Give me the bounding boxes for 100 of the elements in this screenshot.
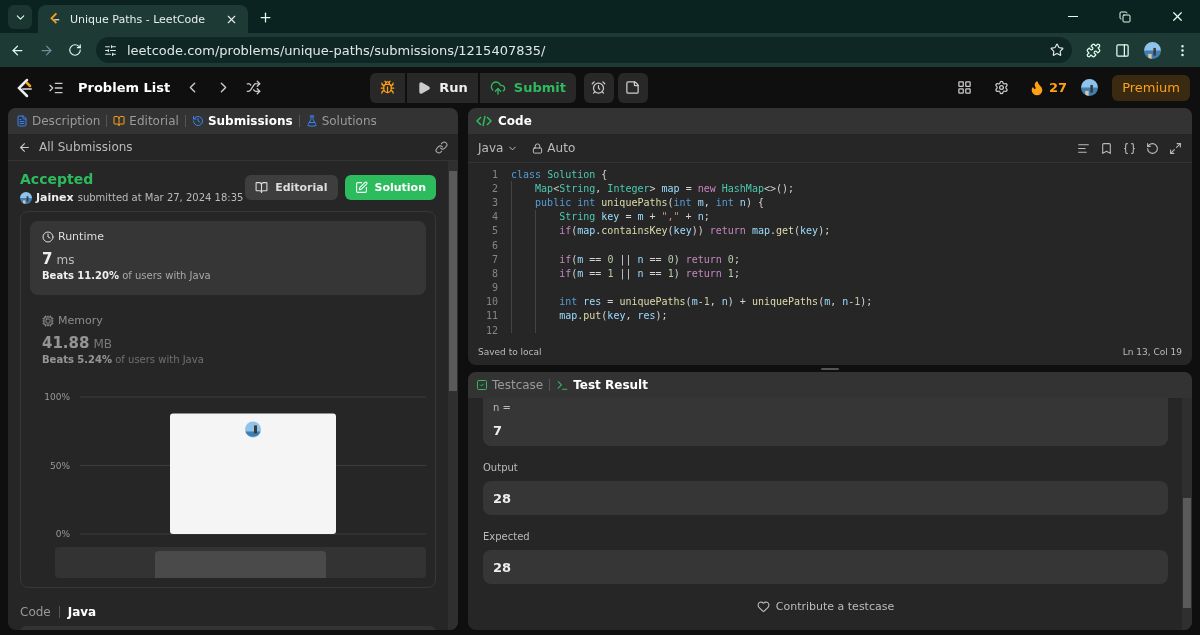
scrollbar[interactable] [448, 161, 458, 630]
bookmark-star-icon[interactable] [1050, 43, 1064, 57]
code-line[interactable]: String key = m + "," + n; [511, 211, 710, 223]
metric-card[interactable]: Runtime 7 ms Beats 11.20% of users with Java [30, 221, 426, 295]
contribute-link[interactable]: Contribute a testcase [483, 600, 1168, 613]
debug-button[interactable] [370, 72, 406, 103]
panel-tab[interactable]: Solutions [305, 114, 377, 128]
url-text: leetcode.com/problems/unique-paths/submissions/1215407835/ [127, 42, 547, 58]
scrollbar-thumb[interactable] [155, 551, 326, 578]
restore-icon [1119, 10, 1131, 23]
document-icon [16, 115, 28, 127]
code-tab[interactable]: Java [67, 605, 97, 619]
tab-list-button[interactable] [8, 5, 32, 29]
avatar-icon [245, 421, 261, 438]
alarm-button[interactable] [583, 72, 614, 103]
resize-handle[interactable] [821, 367, 839, 370]
line-number: 1 [490, 168, 499, 180]
shuffle-icon[interactable] [246, 80, 262, 95]
code-line[interactable]: if(m == 1 || n == 1) return 1; [511, 267, 740, 279]
note-icon [625, 80, 641, 95]
submit-button[interactable]: Submit [479, 72, 576, 103]
extensions-icon[interactable] [1086, 42, 1101, 58]
back-icon[interactable] [18, 140, 31, 154]
author-name[interactable]: Jainex [36, 191, 74, 204]
line-number: 3 [490, 196, 499, 208]
minimize-icon [1068, 16, 1078, 17]
result-value: 28 [493, 559, 513, 575]
editorial-button[interactable]: Editorial [245, 175, 338, 200]
notes-button[interactable] [617, 72, 648, 103]
link-icon[interactable] [435, 140, 448, 154]
metric-unit: ms [56, 253, 75, 267]
play-icon [417, 80, 432, 95]
code-line[interactable]: if(map.containsKey(key)) return map.get(key); [511, 225, 831, 237]
line-number: 5 [490, 225, 499, 237]
streak-count[interactable]: 27 [1049, 80, 1068, 95]
cursor-position: Ln 13, Col 19 [1122, 347, 1182, 357]
code-line[interactable]: int res = uniquePaths(m-1, n) + uniquePaths(m, n-1); [511, 296, 873, 308]
forward-icon[interactable] [39, 42, 54, 58]
mode-label[interactable]: Auto [547, 141, 576, 155]
language-select[interactable]: Java [478, 141, 504, 155]
terminal-icon [556, 378, 570, 392]
panel-tab[interactable]: Test Result [556, 378, 648, 392]
line-number: 12 [484, 324, 499, 336]
axis-label: 50% [50, 460, 70, 471]
avatar-icon [20, 191, 32, 204]
history-icon [191, 115, 204, 127]
format-icon[interactable] [1077, 141, 1090, 155]
axis-label: 0% [55, 529, 70, 539]
scrollbar[interactable] [1182, 398, 1192, 630]
code-line[interactable]: if(m == 0 || n == 0) return 0; [511, 253, 740, 265]
settings-icon[interactable] [994, 80, 1010, 95]
code-line[interactable]: Map<String, Integer> map = new HashMap<>(); [511, 182, 795, 194]
metric-unit: MB [93, 337, 113, 351]
panel-tab[interactable]: Submissions [191, 114, 293, 128]
flask-icon [305, 115, 318, 127]
code-line[interactable]: public int uniquePaths(int m, int n) { [511, 196, 764, 208]
new-tab-icon[interactable] [258, 10, 273, 25]
premium-button[interactable]: Premium [1112, 74, 1190, 101]
heart-icon [756, 600, 770, 613]
bug-icon [380, 80, 396, 95]
avatar-icon [1081, 79, 1099, 96]
reset-icon[interactable] [1146, 141, 1159, 155]
lock-icon [532, 142, 544, 154]
panel-tab[interactable]: Description [16, 114, 101, 128]
expand-icon[interactable] [1169, 141, 1182, 155]
browser-tab[interactable]: Unique Paths - LeetCode [38, 5, 248, 33]
code-icon [476, 115, 492, 127]
address-bar[interactable]: leetcode.com/problems/unique-paths/submissions/1215407835/ [96, 37, 1072, 63]
site-info-icon[interactable] [104, 43, 117, 57]
layout-icon[interactable] [957, 80, 973, 95]
section-label: Output [483, 462, 519, 473]
metric-card[interactable]: Memory 41.88 MB Beats 5.24% of users with Java [30, 305, 426, 379]
code-tab[interactable]: Code [20, 605, 51, 619]
logo-icon[interactable] [16, 77, 34, 98]
side-panel-icon[interactable] [1115, 42, 1130, 58]
reload-icon[interactable] [68, 43, 82, 57]
line-number: 11 [484, 310, 499, 322]
all-submissions-link[interactable]: All Submissions [39, 140, 133, 154]
bookmark-icon[interactable] [1100, 141, 1113, 155]
chart-scrollbar[interactable] [55, 547, 426, 578]
panel-tab[interactable]: Editorial [113, 114, 179, 128]
code-line[interactable]: map.put(key, res); [511, 310, 668, 322]
problem-list-link[interactable]: Problem List [78, 80, 171, 95]
tab-title: Unique Paths - LeetCode [70, 12, 207, 26]
edit-icon [354, 181, 368, 194]
line-number: 6 [490, 239, 499, 251]
input-label: n = [493, 402, 512, 413]
run-button[interactable]: Run [407, 72, 478, 103]
braces-icon[interactable] [1123, 141, 1136, 155]
metric-value: 41.88 [42, 334, 90, 352]
line-number: 2 [490, 182, 499, 194]
back-icon[interactable] [10, 42, 25, 58]
cloud-upload-icon [489, 79, 506, 96]
axis-label: 100% [44, 392, 70, 402]
submitted-date: submitted at Mar 27, 2024 18:35 [77, 192, 244, 203]
panel-tab[interactable]: Testcase [476, 378, 544, 392]
beats-text: Beats 5.24% of users with Java [42, 354, 205, 365]
code-line[interactable]: class Solution { [511, 168, 608, 180]
section-label: Expected [483, 531, 531, 542]
line-number: 10 [484, 296, 499, 308]
